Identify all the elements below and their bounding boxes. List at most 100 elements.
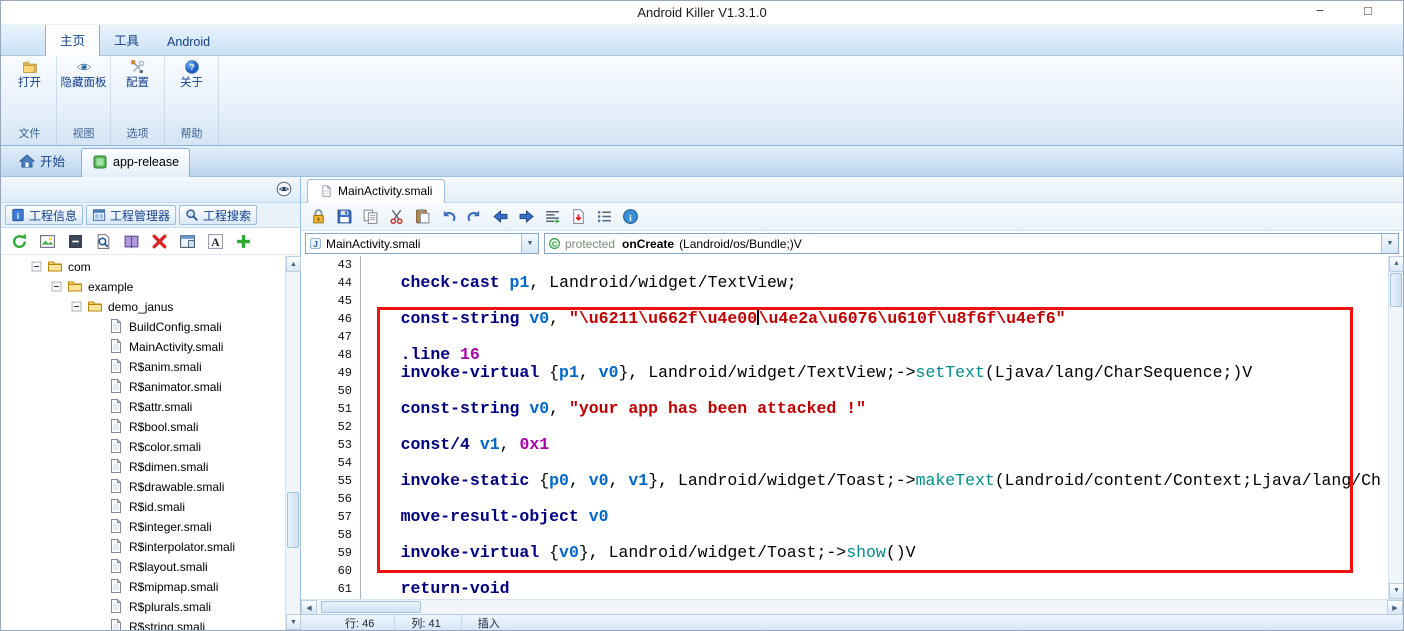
image-button[interactable] (39, 233, 56, 250)
scroll-left-icon[interactable]: ◀ (301, 600, 317, 615)
copy-button[interactable] (362, 208, 379, 225)
code-line-57[interactable]: move-result-object v0 (361, 508, 1388, 526)
open-button-label: 打开 (18, 77, 41, 89)
horizontal-scroll-thumb[interactable] (321, 601, 421, 613)
about-button[interactable]: ? 关于 (180, 59, 203, 103)
scroll-up-icon[interactable]: ▲ (1389, 256, 1403, 272)
code-line-48[interactable]: .line 16 (361, 346, 1388, 364)
code-editor[interactable]: 43 44 45 46 47 48 49 50 51 52 53 54 55 56 57 58 59 60 61 c… (301, 256, 1403, 599)
code-line-46[interactable]: const-string v0, "\u6211\u662f\u4e00\u4e… (361, 310, 1388, 328)
cut-button[interactable] (388, 208, 405, 225)
tree-item-r-plurals-smali[interactable]: R$plurals.smali (1, 596, 285, 616)
tree-item-r-layout-smali[interactable]: R$layout.smali (1, 556, 285, 576)
scroll-down-icon[interactable]: ▼ (1389, 583, 1403, 599)
code-line-56[interactable] (361, 490, 1388, 508)
ribbon-group-caption-open: 文件 (18, 128, 41, 140)
ribbon-tab-android[interactable]: Android (153, 29, 224, 55)
code-line-58[interactable] (361, 526, 1388, 544)
code-line-51[interactable]: const-string v0, "your app has been atta… (361, 400, 1388, 418)
project-tree: com example demo_janus BuildConfig.smali Mai… (1, 256, 285, 630)
code-line-47[interactable] (361, 328, 1388, 346)
tree-item-r-animator-smali[interactable]: R$animator.smali (1, 376, 285, 396)
doc-tab-app-release[interactable]: app-release (81, 148, 191, 177)
editor-scroll-thumb[interactable] (1390, 273, 1402, 307)
tree-item-buildconfig-smali[interactable]: BuildConfig.smali (1, 316, 285, 336)
tree-item-r-mipmap-smali[interactable]: R$mipmap.smali (1, 576, 285, 596)
config-button[interactable]: 配置 (126, 59, 149, 103)
code-line-54[interactable] (361, 454, 1388, 472)
line-number: 50 (337, 384, 352, 398)
tree-item-example[interactable]: example (1, 276, 285, 296)
file-selector-dropdown[interactable]: J MainActivity.smali ▼ (305, 233, 539, 254)
package-icon (92, 154, 108, 170)
search-file-button[interactable] (95, 233, 112, 250)
panel-pin-eye-button[interactable] (276, 181, 292, 197)
tree-item-mainactivity-smali[interactable]: MainActivity.smali (1, 336, 285, 356)
editor-tab-mainactivity[interactable]: MainActivity.smali (307, 179, 446, 203)
code-content[interactable]: check-cast p1, Landroid/widget/TextView;… (361, 256, 1388, 599)
save-button[interactable] (336, 208, 353, 225)
tree-item-r-interpolator-smali[interactable]: R$interpolator.smali (1, 536, 285, 556)
open-folder-icon (22, 59, 38, 75)
method-selector-dropdown[interactable]: C protected onCreate (Landroid/os/Bundle… (544, 233, 1399, 254)
maximize-button[interactable]: □ (1357, 3, 1379, 18)
chevron-down-icon[interactable]: ▼ (521, 234, 538, 253)
minimize-button[interactable]: − (1309, 3, 1331, 18)
panel-button[interactable] (179, 233, 196, 250)
doc-tab-start[interactable]: 开始 (9, 146, 75, 176)
panel-tab-project-manager[interactable]: 工程管理器 (86, 205, 177, 225)
code-line-50[interactable] (361, 382, 1388, 400)
panel-tab-project-search[interactable]: 工程搜索 (179, 205, 258, 225)
forward-button[interactable] (518, 208, 535, 225)
back-button[interactable] (492, 208, 509, 225)
code-line-52[interactable] (361, 418, 1388, 436)
tree-item-r-id-smali[interactable]: R$id.smali (1, 496, 285, 516)
tree-item-r-dimen-smali[interactable]: R$dimen.smali (1, 456, 285, 476)
delete-button[interactable] (151, 233, 168, 250)
tree-item-r-attr-smali[interactable]: R$attr.smali (1, 396, 285, 416)
book-button[interactable] (123, 233, 140, 250)
tree-item-label: R$id.smali (129, 499, 186, 514)
tree-item-demo-janus[interactable]: demo_janus (1, 296, 285, 316)
refresh-button[interactable] (11, 233, 28, 250)
tree-item-r-integer-smali[interactable]: R$integer.smali (1, 516, 285, 536)
code-line-61[interactable]: return-void (361, 580, 1388, 598)
lock-button[interactable] (310, 208, 327, 225)
scroll-down-icon[interactable]: ▼ (286, 614, 301, 630)
doc-tab-label: 开始 (40, 155, 66, 169)
code-line-43[interactable] (361, 256, 1388, 274)
code-line-59[interactable]: invoke-virtual {v0}, Landroid/widget/Toa… (361, 544, 1388, 562)
tree-item-label: R$mipmap.smali (129, 579, 219, 594)
tree-item-r-bool-smali[interactable]: R$bool.smali (1, 416, 285, 436)
tree-item-r-drawable-smali[interactable]: R$drawable.smali (1, 476, 285, 496)
redo-button[interactable] (466, 208, 483, 225)
ribbon-tab-home[interactable]: 主页 (45, 23, 101, 56)
code-line-45[interactable] (361, 292, 1388, 310)
hide-panel-button[interactable]: 隐藏面板 (61, 59, 107, 103)
open-button[interactable]: 打开 (18, 59, 41, 103)
tree-scroll-thumb[interactable] (287, 492, 299, 548)
info-button[interactable]: i (622, 208, 639, 225)
code-line-55[interactable]: invoke-static {p0, v0, v1}, Landroid/wid… (361, 472, 1388, 490)
panel-tab-project-info[interactable]: i 工程信息 (5, 205, 84, 225)
scroll-right-icon[interactable]: ▶ (1387, 600, 1403, 615)
tree-item-com[interactable]: com (1, 256, 285, 276)
scroll-up-icon[interactable]: ▲ (286, 256, 301, 272)
export-button[interactable] (570, 208, 587, 225)
code-line-60[interactable] (361, 562, 1388, 580)
paste-button[interactable] (414, 208, 431, 225)
tree-item-r-anim-smali[interactable]: R$anim.smali (1, 356, 285, 376)
ribbon-tab-tools[interactable]: 工具 (100, 24, 153, 55)
tree-item-r-string-smali[interactable]: R$string.smali (1, 616, 285, 630)
add-button[interactable] (235, 233, 252, 250)
undo-button[interactable] (440, 208, 457, 225)
code-line-53[interactable]: const/4 v1, 0x1 (361, 436, 1388, 454)
list-button[interactable] (596, 208, 613, 225)
chevron-down-icon[interactable]: ▼ (1381, 234, 1398, 253)
code-line-44[interactable]: check-cast p1, Landroid/widget/TextView; (361, 274, 1388, 292)
collapse-button[interactable] (67, 233, 84, 250)
tree-item-r-color-smali[interactable]: R$color.smali (1, 436, 285, 456)
code-line-49[interactable]: invoke-virtual {p1, v0}, Landroid/widget… (361, 364, 1388, 382)
font-button[interactable]: A (207, 233, 224, 250)
format-button[interactable] (544, 208, 561, 225)
